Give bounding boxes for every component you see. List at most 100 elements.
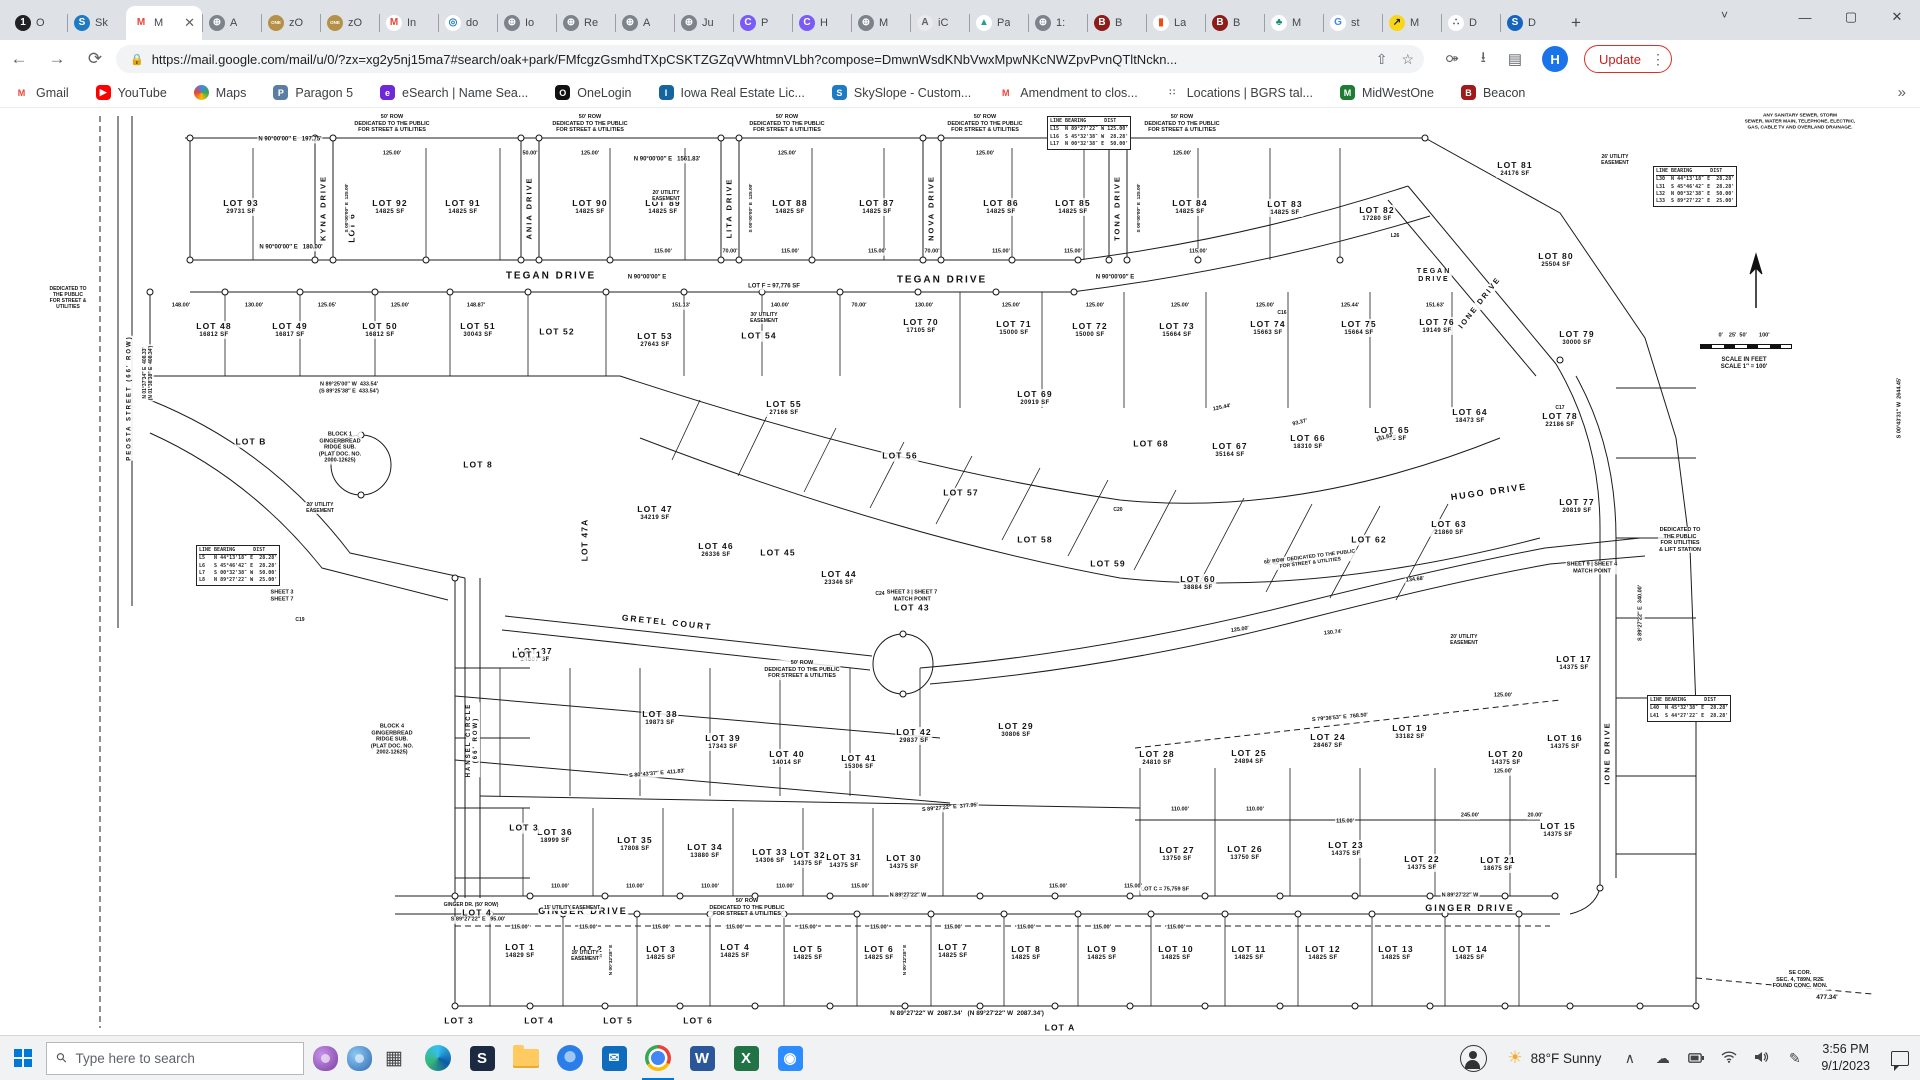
- chromium-app-icon[interactable]: [548, 1036, 592, 1080]
- tab-title: D: [1469, 17, 1477, 29]
- tab[interactable]: ⊕A: [202, 6, 261, 40]
- tab[interactable]: ∴D: [1441, 6, 1500, 40]
- tab[interactable]: ◎do: [438, 6, 497, 40]
- tab-title: P: [761, 17, 768, 29]
- bookmark-item[interactable]: MGmail: [14, 85, 69, 100]
- url-text[interactable]: https://mail.google.com/mail/u/0/?zx=xg2…: [152, 52, 1362, 67]
- close-button[interactable]: ✕: [1874, 9, 1920, 25]
- tab[interactable]: CP: [733, 6, 792, 40]
- bookmark-star-icon[interactable]: ☆: [1401, 51, 1414, 68]
- pen-icon[interactable]: ✎: [1778, 1050, 1811, 1067]
- battery-icon[interactable]: [1679, 1050, 1712, 1066]
- bookmark-item[interactable]: MAmendment to clos...: [998, 85, 1137, 100]
- minimize-button[interactable]: —: [1782, 10, 1828, 25]
- lot-label: LOT 2118675 SF: [1479, 855, 1516, 873]
- plat-map-document[interactable]: LOT 9329731 SFLOT 9214825 SFLOT 9114825 …: [0, 108, 1920, 1035]
- tab[interactable]: CH: [792, 6, 851, 40]
- back-button[interactable]: ←: [0, 49, 38, 69]
- dark-app-icon[interactable]: S: [460, 1036, 504, 1080]
- tab[interactable]: Gst: [1323, 6, 1382, 40]
- lot-label: LOT 2613750 SF: [1226, 844, 1263, 862]
- file-explorer-icon[interactable]: [504, 1036, 548, 1080]
- notification-center-button[interactable]: [1880, 1036, 1920, 1080]
- lot-label: LOT 45: [759, 548, 796, 559]
- tab[interactable]: ↗M: [1382, 6, 1441, 40]
- lot-label: LOT 9014825 SF: [571, 198, 608, 216]
- tab[interactable]: ▲Pa: [969, 6, 1028, 40]
- bookmark-item[interactable]: eeSearch | Name Sea...: [380, 85, 528, 100]
- address-bar[interactable]: 🔒 https://mail.google.com/mail/u/0/?zx=x…: [116, 45, 1424, 73]
- extensions-icon[interactable]: ⚩: [1446, 50, 1459, 68]
- outlook-icon[interactable]: ✉: [592, 1036, 636, 1080]
- bookmark-item[interactable]: PParagon 5: [273, 85, 353, 100]
- lot-label: LOT 3: [508, 823, 540, 834]
- tab[interactable]: BB: [1087, 6, 1146, 40]
- forward-button[interactable]: →: [38, 49, 76, 69]
- tab-active[interactable]: MM✕: [126, 6, 202, 40]
- line-table: LINE BEARING DISTL40 N 45°32'38″ E 28.28…: [1647, 695, 1731, 722]
- tab[interactable]: BB: [1205, 6, 1264, 40]
- tab[interactable]: ONEzO: [261, 6, 320, 40]
- chrome-icon[interactable]: [636, 1036, 680, 1080]
- download-icon[interactable]: ⭳: [1481, 47, 1486, 72]
- bookmark-item[interactable]: Maps: [194, 85, 247, 100]
- lot-label: LOT 2214375 SF: [1403, 854, 1440, 872]
- bookmark-item[interactable]: MMidWestOne: [1340, 85, 1434, 100]
- volume-icon[interactable]: [1745, 1050, 1778, 1066]
- excel-icon[interactable]: X: [724, 1036, 768, 1080]
- side-panel-icon[interactable]: ▤: [1508, 50, 1522, 68]
- tab[interactable]: ONEzO: [320, 6, 379, 40]
- edge-icon[interactable]: [416, 1036, 460, 1080]
- tray-chevron-icon[interactable]: ∧: [1613, 1050, 1646, 1067]
- favicon: B: [1094, 15, 1110, 31]
- tab[interactable]: ⊕Ju: [674, 6, 733, 40]
- taskbar-clock[interactable]: 3:56 PM 9/1/2023: [1821, 1041, 1870, 1075]
- update-button[interactable]: Update ⋮: [1584, 45, 1672, 73]
- wifi-icon[interactable]: [1712, 1050, 1745, 1066]
- map-annotation: 125.44': [1340, 303, 1360, 310]
- bookmarks-overflow-icon[interactable]: »: [1898, 84, 1906, 101]
- lot-label: LOT 6920919 SF: [1016, 389, 1053, 407]
- tab[interactable]: MIn: [379, 6, 438, 40]
- tab[interactable]: ▮La: [1146, 6, 1205, 40]
- tab[interactable]: SSk: [67, 6, 126, 40]
- bookmark-item[interactable]: IIowa Real Estate Lic...: [659, 85, 805, 100]
- get-help-icon[interactable]: [1451, 1036, 1495, 1080]
- tab-search-icon[interactable]: ˅: [1721, 8, 1728, 22]
- bookmark-item[interactable]: ▶YouTube: [96, 85, 167, 100]
- bookmark-item[interactable]: ∷Locations | BGRS tal...: [1165, 85, 1313, 100]
- maximize-button[interactable]: ▢: [1828, 9, 1874, 25]
- bookmark-item[interactable]: BBeacon: [1461, 85, 1525, 100]
- start-button[interactable]: [0, 1036, 46, 1080]
- bookmark-item[interactable]: SSkySlope - Custom...: [832, 85, 971, 100]
- share-icon[interactable]: ⇧: [1376, 51, 1388, 68]
- lot-label: LOT 3618999 SF: [536, 827, 573, 845]
- tab[interactable]: ⊕Io: [497, 6, 556, 40]
- taskbar-search-input[interactable]: ⚲ Type here to search: [46, 1042, 304, 1075]
- tab[interactable]: 1O: [8, 6, 67, 40]
- onedrive-cloud-icon[interactable]: ☁: [1646, 1050, 1679, 1067]
- tab[interactable]: ⊕A: [615, 6, 674, 40]
- map-annotation: SHEET 3 | SHEET 7 MATCH POINT: [886, 589, 938, 602]
- bookmark-item[interactable]: OOneLogin: [555, 85, 631, 100]
- search-highlight-flower-icon[interactable]: [313, 1046, 338, 1071]
- tab[interactable]: ⊕Re: [556, 6, 615, 40]
- profile-avatar[interactable]: H: [1542, 46, 1568, 72]
- menu-kebab-icon[interactable]: ⋮: [1651, 51, 1665, 68]
- teams-icon[interactable]: ◉: [768, 1036, 812, 1080]
- tab-close-icon[interactable]: ✕: [184, 15, 195, 31]
- word-icon[interactable]: W: [680, 1036, 724, 1080]
- new-tab-button[interactable]: +: [1563, 10, 1589, 36]
- tab[interactable]: ⊕M: [851, 6, 910, 40]
- map-annotation: 115.00': [1063, 249, 1083, 256]
- lot-label: LOT 6418473 SF: [1451, 407, 1488, 425]
- tab[interactable]: ⊕1:: [1028, 6, 1087, 40]
- task-view-button[interactable]: ▦: [372, 1036, 416, 1080]
- search-highlight-flower2-icon[interactable]: [347, 1046, 372, 1071]
- tab[interactable]: ♣M: [1264, 6, 1323, 40]
- lot-label: LOT 7017105 SF: [902, 317, 939, 335]
- tab[interactable]: AiC: [910, 6, 969, 40]
- reload-button[interactable]: ⟳: [76, 49, 114, 69]
- weather-widget[interactable]: ☀ 88°F Sunny: [1507, 1048, 1601, 1068]
- tab[interactable]: SD: [1500, 6, 1559, 40]
